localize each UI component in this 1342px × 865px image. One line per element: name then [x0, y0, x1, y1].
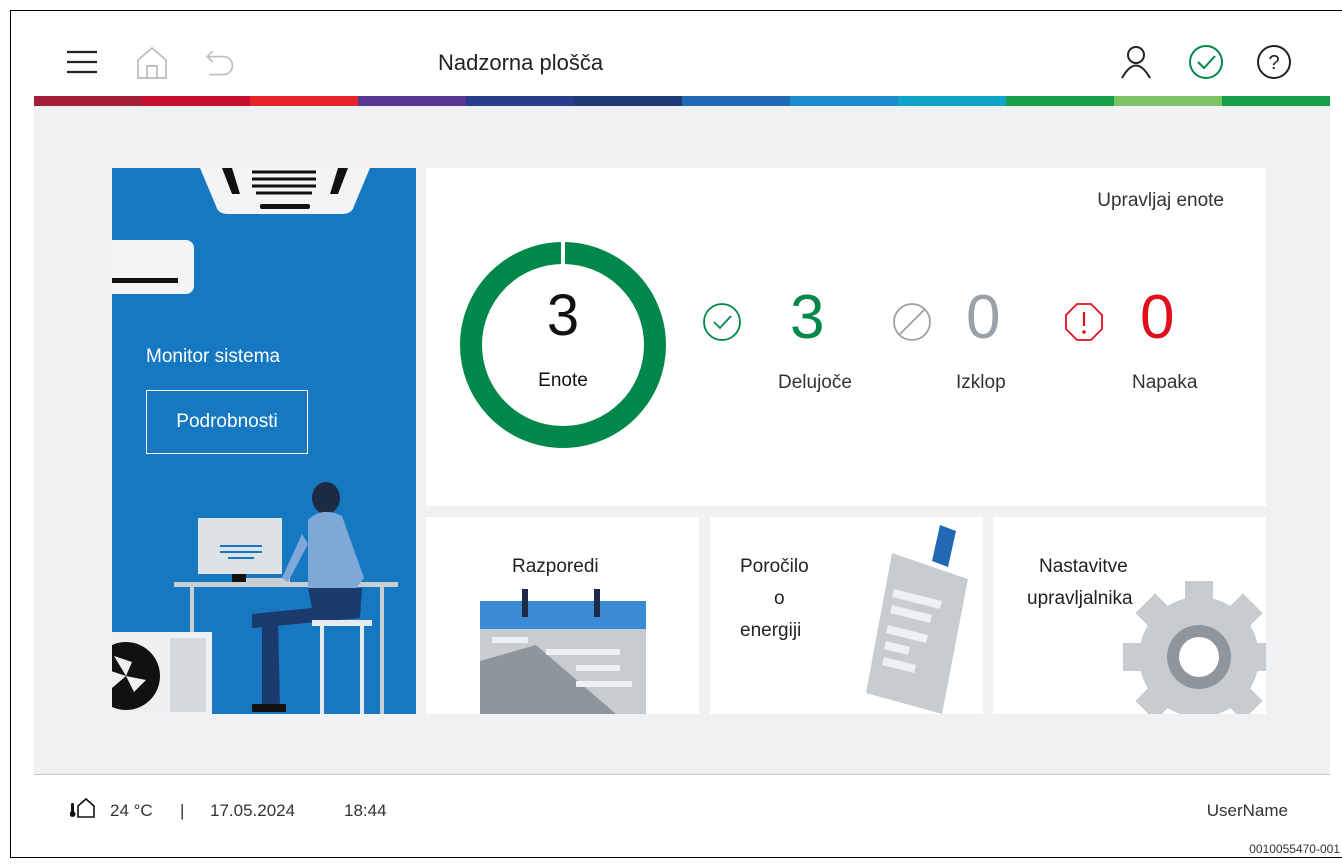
stripe-segment — [1222, 96, 1330, 106]
stripe-segment — [682, 96, 790, 106]
system-monitor-panel: Monitor sistema Podrobnosti — [112, 168, 416, 714]
error-octagon-icon — [1064, 302, 1104, 342]
indoor-temperature-icon — [69, 797, 96, 824]
energy-report-label-2: o — [774, 588, 785, 609]
footer-separator: | — [180, 801, 185, 820]
off-icon — [892, 302, 932, 342]
monitor-title: Monitor sistema — [146, 346, 281, 367]
energy-report-label-3: energiji — [740, 620, 802, 641]
error-count: 0 — [1140, 283, 1175, 352]
stripe-segment — [142, 96, 250, 106]
controller-settings-label-1: Nastavitve — [1039, 556, 1128, 577]
controller-settings-label-2: upravljalnika — [1027, 588, 1133, 609]
indoor-temperature: 24 °C — [110, 801, 153, 820]
stripe-segment — [34, 96, 142, 106]
energy-report-tile[interactable]: Poročilo o energiji — [710, 517, 983, 714]
brand-color-stripe — [34, 96, 1330, 106]
check-circle-icon — [702, 302, 742, 342]
units-summary-panel: Upravljaj enote 3 Enote 3 Delujoče 0 Izk… — [426, 168, 1266, 506]
status-ok-icon[interactable] — [1188, 44, 1224, 80]
stripe-segment — [898, 96, 1006, 106]
controller-settings-tile[interactable]: Nastavitve upravljalnika — [993, 517, 1266, 714]
manage-units-link[interactable]: Upravljaj enote — [1097, 190, 1224, 212]
status-bar: 24 °C | 17.05.2024 18:44 UserName — [34, 774, 1330, 838]
energy-report-label-1: Poročilo — [740, 556, 809, 577]
calendar-icon — [480, 589, 646, 714]
off-count: 0 — [966, 283, 1001, 352]
svg-text:?: ? — [1268, 52, 1279, 74]
stripe-segment — [1114, 96, 1222, 106]
stripe-segment — [466, 96, 574, 106]
home-icon[interactable] — [134, 44, 170, 80]
help-icon[interactable]: ? — [1256, 44, 1292, 80]
stripe-segment — [574, 96, 682, 106]
stripe-segment — [250, 96, 358, 106]
stripe-segment — [1006, 96, 1114, 106]
schedules-tile[interactable]: Razporedi — [426, 517, 699, 714]
current-date: 17.05.2024 — [210, 801, 296, 820]
user-icon[interactable] — [1118, 44, 1154, 80]
document-id: 0010055470-001 — [1249, 842, 1340, 856]
top-bar: Nadzorna plošča ? — [34, 30, 1330, 96]
back-icon[interactable] — [200, 44, 236, 80]
page-title: Nadzorna plošča — [438, 50, 604, 75]
stripe-segment — [790, 96, 898, 106]
total-units-label: Enote — [538, 370, 588, 391]
total-units-value: 3 — [546, 283, 580, 348]
units-donut: 3 Enote — [458, 240, 668, 450]
off-label: Izklop — [956, 372, 1006, 393]
stripe-segment — [358, 96, 466, 106]
running-count: 3 — [790, 283, 825, 352]
username[interactable]: UserName — [1207, 801, 1288, 821]
details-button[interactable]: Podrobnosti — [146, 390, 308, 454]
error-label: Napaka — [1132, 372, 1198, 393]
menu-icon[interactable] — [64, 44, 100, 80]
gear-icon — [1123, 581, 1266, 714]
running-label: Delujoče — [778, 372, 852, 393]
current-time: 18:44 — [344, 801, 387, 820]
